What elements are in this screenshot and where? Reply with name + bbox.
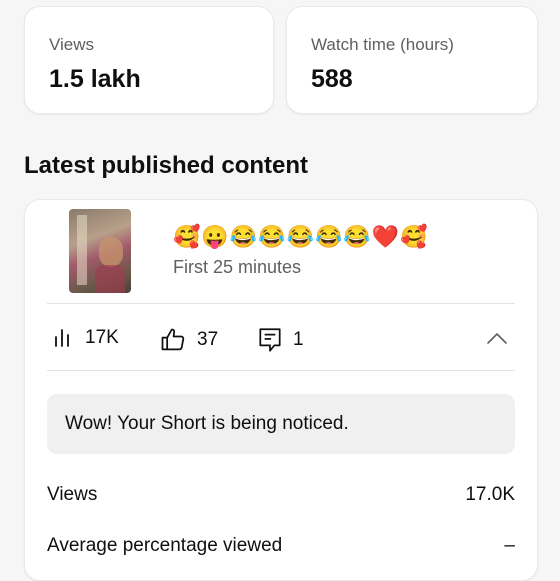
avg-percentage-value: – bbox=[504, 535, 515, 556]
views-stat-value: 1.5 lakh bbox=[49, 65, 141, 93]
thumbs-up-icon bbox=[159, 326, 187, 354]
views-row-label: Views bbox=[47, 484, 98, 505]
divider bbox=[47, 303, 515, 304]
views-stat-label: Views bbox=[49, 35, 95, 54]
notice-banner: Wow! Your Short is being noticed. bbox=[47, 394, 515, 454]
chevron-up-icon bbox=[485, 333, 509, 352]
comment-icon bbox=[257, 326, 283, 354]
section-title: Latest published content bbox=[24, 152, 309, 179]
latest-content-card: 🥰😛😂😂😂😂😂❤️🥰 First 25 minutes 17K 37 1 Wow… bbox=[24, 199, 538, 581]
comments-count: 1 bbox=[293, 329, 304, 350]
collapse-button[interactable] bbox=[485, 328, 509, 353]
views-count: 17K bbox=[85, 327, 119, 348]
watch-time-stat-value: 588 bbox=[311, 65, 353, 93]
video-thumbnail[interactable] bbox=[69, 209, 131, 293]
views-stat-card[interactable]: Views 1.5 lakh bbox=[24, 6, 274, 114]
likes-metric: 37 bbox=[159, 326, 218, 354]
notice-text: Wow! Your Short is being noticed. bbox=[65, 413, 349, 434]
likes-count: 37 bbox=[197, 329, 219, 350]
comments-metric: 1 bbox=[257, 326, 304, 354]
avg-percentage-label: Average percentage viewed bbox=[47, 535, 283, 556]
views-row-value: 17.0K bbox=[465, 484, 515, 505]
bar-chart-icon bbox=[51, 326, 75, 350]
views-metric: 17K bbox=[51, 326, 119, 350]
video-title[interactable]: 🥰😛😂😂😂😂😂❤️🥰 bbox=[173, 224, 429, 250]
watch-time-stat-label: Watch time (hours) bbox=[311, 35, 454, 54]
watch-time-stat-card[interactable]: Watch time (hours) 588 bbox=[286, 6, 538, 114]
divider bbox=[47, 370, 515, 371]
video-subtitle: First 25 minutes bbox=[173, 257, 302, 277]
